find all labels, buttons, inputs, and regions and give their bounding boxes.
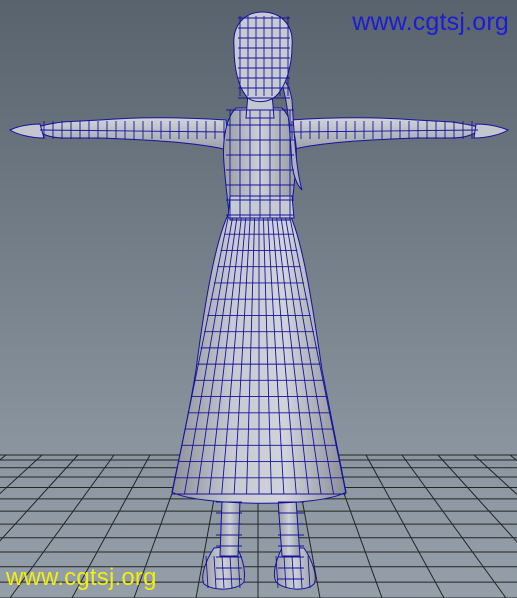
floor-grid-line xyxy=(437,454,517,543)
right-leg xyxy=(277,499,301,557)
floor-grid-line xyxy=(365,454,445,598)
left-arm xyxy=(35,117,229,151)
watermark-top: www.cgtsj.org xyxy=(352,8,509,36)
right-hand xyxy=(473,123,510,139)
3d-viewport[interactable]: www.cgtsj.org www.cgtsj.org xyxy=(0,0,517,598)
watermark-bottom: www.cgtsj.org xyxy=(6,564,157,591)
floor-grid-line xyxy=(401,454,507,598)
floor-grid-line xyxy=(509,454,517,462)
floor-grid-line xyxy=(473,454,517,496)
right-arm xyxy=(289,117,481,151)
left-leg xyxy=(219,499,241,557)
left-hand xyxy=(9,123,45,139)
viewport-scene[interactable] xyxy=(0,0,517,598)
